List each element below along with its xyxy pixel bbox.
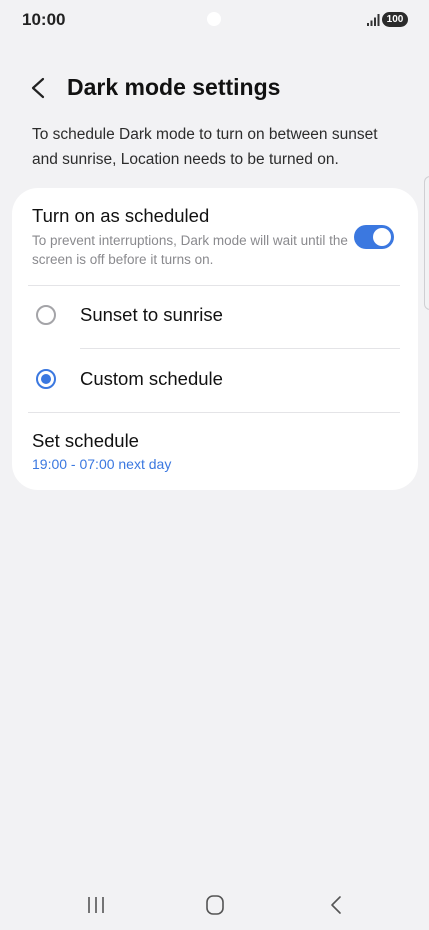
status-bar: 10:00 100	[0, 0, 429, 40]
set-schedule-row[interactable]: Set schedule 19:00 - 07:00 next day	[12, 414, 418, 482]
back-icon	[331, 896, 341, 914]
home-icon	[206, 895, 224, 915]
page-title: Dark mode settings	[67, 74, 281, 100]
option-sunset-to-sunrise[interactable]: Sunset to sunrise	[12, 286, 418, 349]
divider	[28, 412, 400, 413]
radio-selected-dot	[41, 374, 51, 384]
toggle-knob	[373, 228, 391, 246]
settings-card: Turn on as scheduled To prevent interrup…	[12, 188, 418, 490]
signal-bars-icon	[367, 14, 380, 26]
edge-panel-handle[interactable]	[424, 176, 429, 310]
set-schedule-title: Set schedule	[32, 430, 139, 451]
front-camera	[207, 12, 221, 26]
header: Dark mode settings	[0, 62, 429, 116]
recents-button[interactable]	[82, 893, 110, 917]
divider	[80, 348, 400, 349]
status-time: 10:00	[22, 10, 66, 29]
radio-custom-schedule[interactable]	[36, 369, 56, 389]
location-notice: To schedule Dark mode to turn on between…	[32, 126, 378, 168]
turn-on-as-scheduled-subtitle: To prevent interruptions, Dark mode will…	[32, 233, 348, 267]
scheduled-toggle[interactable]	[354, 225, 394, 249]
turn-on-as-scheduled-title: Turn on as scheduled	[32, 205, 210, 226]
navigation-bar	[0, 880, 429, 930]
option-label: Custom schedule	[80, 368, 223, 389]
chevron-left-icon	[31, 77, 45, 99]
back-button[interactable]	[24, 72, 54, 104]
radio-sunset-to-sunrise[interactable]	[36, 305, 56, 325]
battery-level: 100	[382, 12, 408, 27]
home-button[interactable]	[201, 893, 229, 917]
turn-on-as-scheduled-row[interactable]: Turn on as scheduled To prevent interrup…	[12, 188, 418, 286]
recents-icon	[88, 897, 104, 913]
schedule-time-range: 19:00 - 07:00 next day	[32, 456, 172, 472]
option-label: Sunset to sunrise	[80, 304, 223, 325]
option-custom-schedule[interactable]: Custom schedule	[12, 350, 418, 413]
back-nav-button[interactable]	[322, 893, 350, 917]
